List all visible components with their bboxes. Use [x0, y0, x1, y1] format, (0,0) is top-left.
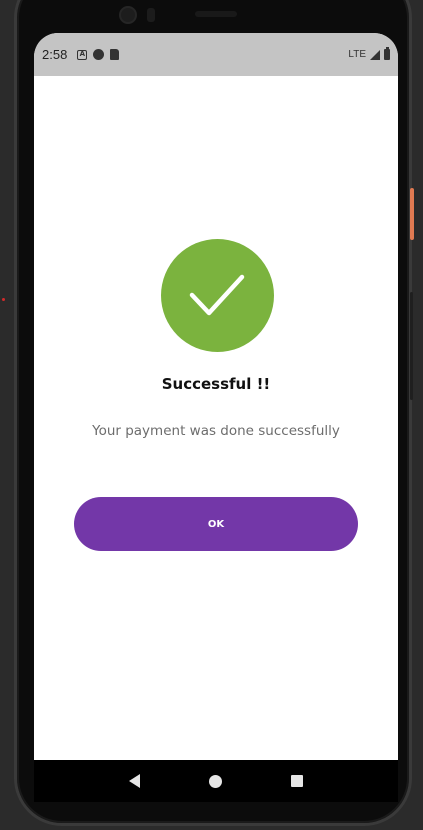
ok-button[interactable]: OK — [74, 497, 358, 551]
battery-icon — [384, 47, 390, 60]
notification-a-icon: A — [77, 49, 88, 60]
indicator-dot — [2, 298, 5, 301]
front-camera — [119, 6, 137, 24]
network-type: LTE — [348, 49, 366, 60]
screen: 2:58 A LTE Successful !! Your payment wa… — [34, 33, 398, 760]
camera-sensor — [147, 8, 155, 22]
recents-icon[interactable] — [291, 775, 304, 787]
dialog-title: Successful !! — [161, 375, 271, 393]
home-icon[interactable] — [208, 774, 222, 788]
success-badge — [161, 239, 274, 352]
status-time: 2:58 — [42, 47, 68, 62]
status-right: LTE — [348, 47, 390, 60]
ok-button-label: OK — [207, 518, 225, 530]
power-button — [410, 188, 414, 240]
status-bar: 2:58 A LTE — [34, 33, 398, 76]
volume-button — [410, 292, 413, 400]
sd-card-icon — [110, 49, 120, 60]
signal-icon — [370, 49, 380, 60]
earpiece-speaker — [195, 11, 237, 17]
navigation-bar — [34, 760, 398, 802]
check-icon — [189, 274, 245, 316]
dialog-message: Your payment was done successfully — [92, 423, 340, 439]
notification-c-icon — [93, 49, 105, 60]
back-icon[interactable] — [128, 774, 140, 788]
